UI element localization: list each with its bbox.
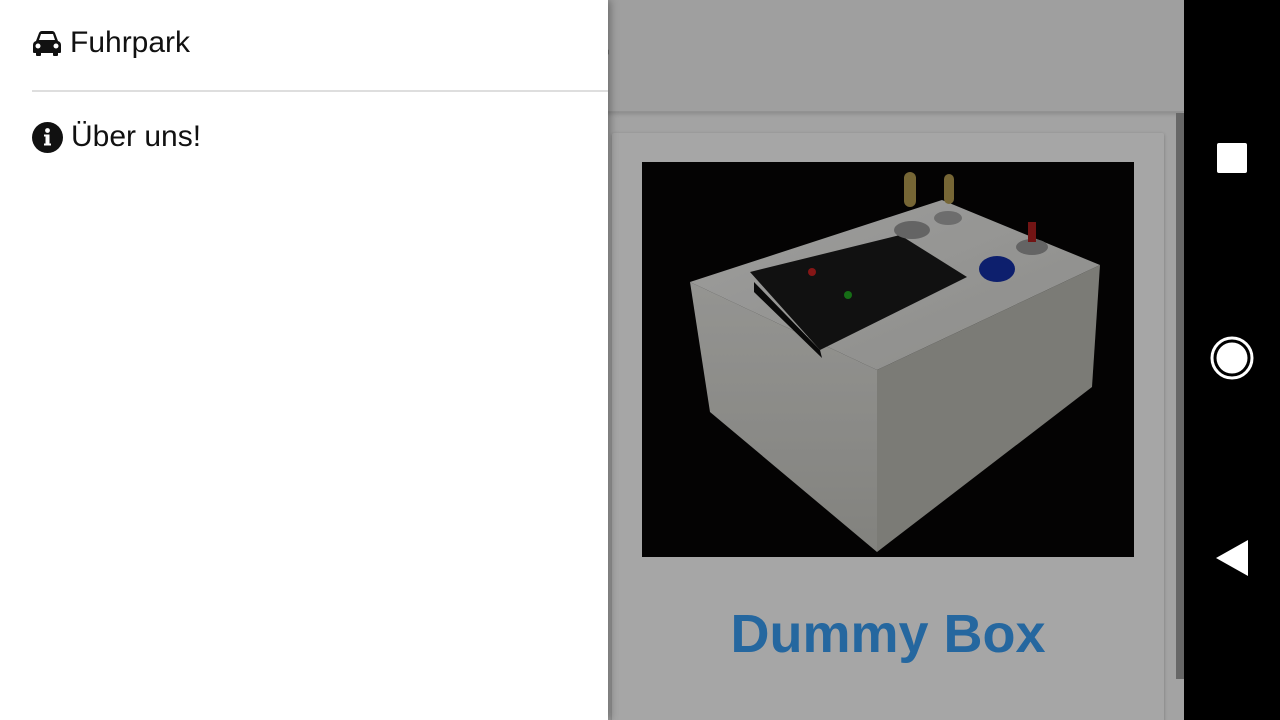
drawer-item-fuhrpark[interactable]: Fuhrpark (32, 26, 190, 60)
home-icon (1209, 335, 1255, 386)
navigation-drawer: Fuhrpark Über uns! (0, 0, 608, 720)
system-nav-bar (1184, 0, 1280, 720)
drawer-divider (32, 90, 608, 92)
drawer-item-label: Über uns! (71, 120, 202, 153)
car-icon (32, 30, 62, 56)
recent-apps-button[interactable] (1184, 120, 1280, 200)
drawer-item-ueber-uns[interactable]: Über uns! (32, 120, 201, 154)
back-button[interactable] (1184, 520, 1280, 600)
info-icon (32, 121, 63, 153)
drawer-item-label: Fuhrpark (70, 26, 191, 59)
back-icon (1215, 539, 1249, 582)
recent-apps-icon (1216, 142, 1248, 179)
home-button[interactable] (1184, 320, 1280, 400)
